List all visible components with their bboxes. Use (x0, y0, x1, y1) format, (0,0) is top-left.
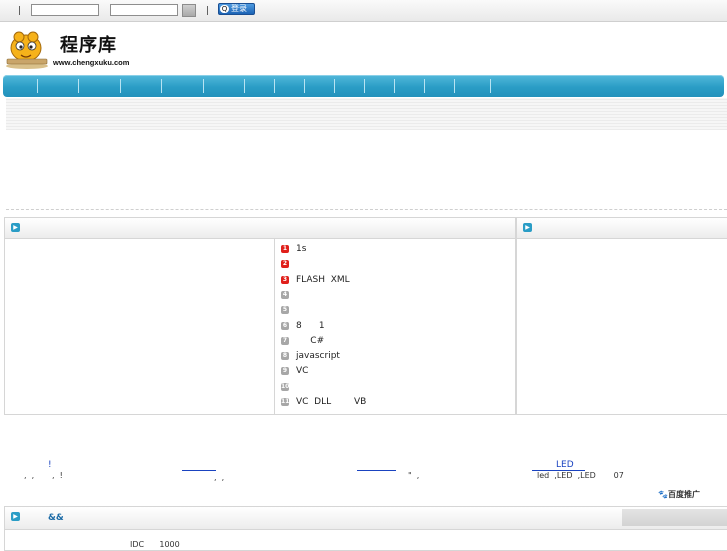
bottom-panel: ▶ (4, 506, 727, 551)
qq-login-label: 登录 (231, 4, 247, 13)
ad-desc-4: led ,LED ,LED 07 (537, 471, 624, 480)
right-panel: ▶ (516, 217, 727, 415)
nav-divider (37, 79, 38, 93)
ranking-item-label: 8 1 (296, 320, 325, 331)
rank-number-badge: 3 (281, 275, 289, 284)
ad-link-3[interactable] (357, 470, 396, 471)
right-panel-header: ▶ (517, 218, 727, 239)
baidu-ad-label: 百度推广 (667, 490, 700, 499)
separator: | (18, 6, 22, 16)
rank-number-badge: 5 (281, 306, 289, 315)
nav-divider (394, 79, 395, 93)
nav-divider (364, 79, 365, 93)
nav-divider (424, 79, 425, 93)
rank-number-badge: 9 (281, 367, 289, 376)
qq-login-button[interactable]: Q 登录 (218, 3, 255, 15)
ad-link-1[interactable]: ! (48, 460, 52, 470)
logo-mascot-icon[interactable] (4, 28, 50, 70)
login-submit-button[interactable] (182, 4, 196, 17)
ranking-item-label: FLASH XML (296, 274, 350, 285)
bottom-panel-tab[interactable] (622, 509, 727, 526)
baidu-ad-link[interactable]: 🐾百度推广 (658, 489, 700, 500)
ranking-item-label: VC DLL VB (296, 397, 367, 407)
ranking-item-label: javascript (296, 351, 340, 362)
rank-number-badge: 6 (281, 321, 289, 330)
rank-number-badge: 2 (281, 260, 289, 269)
dashed-divider (6, 209, 727, 210)
ad-desc-1: , , , ! (24, 471, 63, 480)
nav-divider (78, 79, 79, 93)
rank-number-badge: 11 (281, 398, 290, 406)
username-input[interactable] (31, 4, 99, 16)
nav-divider (334, 79, 335, 93)
ranking-list: 1 1s 2 3 FLASH XML 4 5 6 8 1 7 C# 8 javascript 9 VC 10… (274, 239, 516, 414)
nav-divider (274, 79, 275, 93)
nav-divider (454, 79, 455, 93)
top-login-bar: | | Q 登录 (0, 0, 727, 22)
bottom-panel-header: ▶ (5, 507, 727, 530)
rank-number-badge: 1 (281, 245, 289, 253)
site-url: www.chengxuku.com (53, 58, 130, 67)
ad-link-4[interactable]: LED (556, 460, 574, 470)
main-nav-bar (3, 75, 724, 97)
nav-divider (161, 79, 162, 93)
nav-divider (490, 79, 491, 93)
arrow-right-icon: ▶ (11, 223, 20, 232)
left-panel-header: ▶ (5, 218, 515, 239)
password-input[interactable] (110, 4, 178, 16)
ad-link-2[interactable] (182, 470, 216, 471)
ad-desc-2: , , (214, 473, 225, 482)
separator: | (206, 6, 210, 16)
nav-divider (304, 79, 305, 93)
paw-icon: 🐾 (658, 490, 668, 499)
ranking-item-label: 1s (296, 244, 307, 254)
qq-icon: Q (220, 5, 229, 13)
ranking-item-label: C# (296, 335, 325, 346)
ranking-item-label: VC (296, 366, 309, 377)
banner-area (6, 98, 727, 130)
rank-number-badge: 10 (281, 382, 290, 391)
rank-number-badge: 4 (281, 290, 289, 299)
bottom-panel-title: && (48, 513, 64, 523)
rank-number-badge: 7 (281, 336, 289, 345)
nav-divider (244, 79, 245, 93)
rank-number-badge: 8 (281, 352, 289, 361)
nav-divider (120, 79, 121, 93)
arrow-right-icon: ▶ (523, 223, 532, 232)
nav-divider (203, 79, 204, 93)
arrow-right-icon: ▶ (11, 512, 20, 521)
ad-desc-3: " , (408, 471, 420, 480)
site-logo-name[interactable]: 程序库 (60, 31, 117, 57)
